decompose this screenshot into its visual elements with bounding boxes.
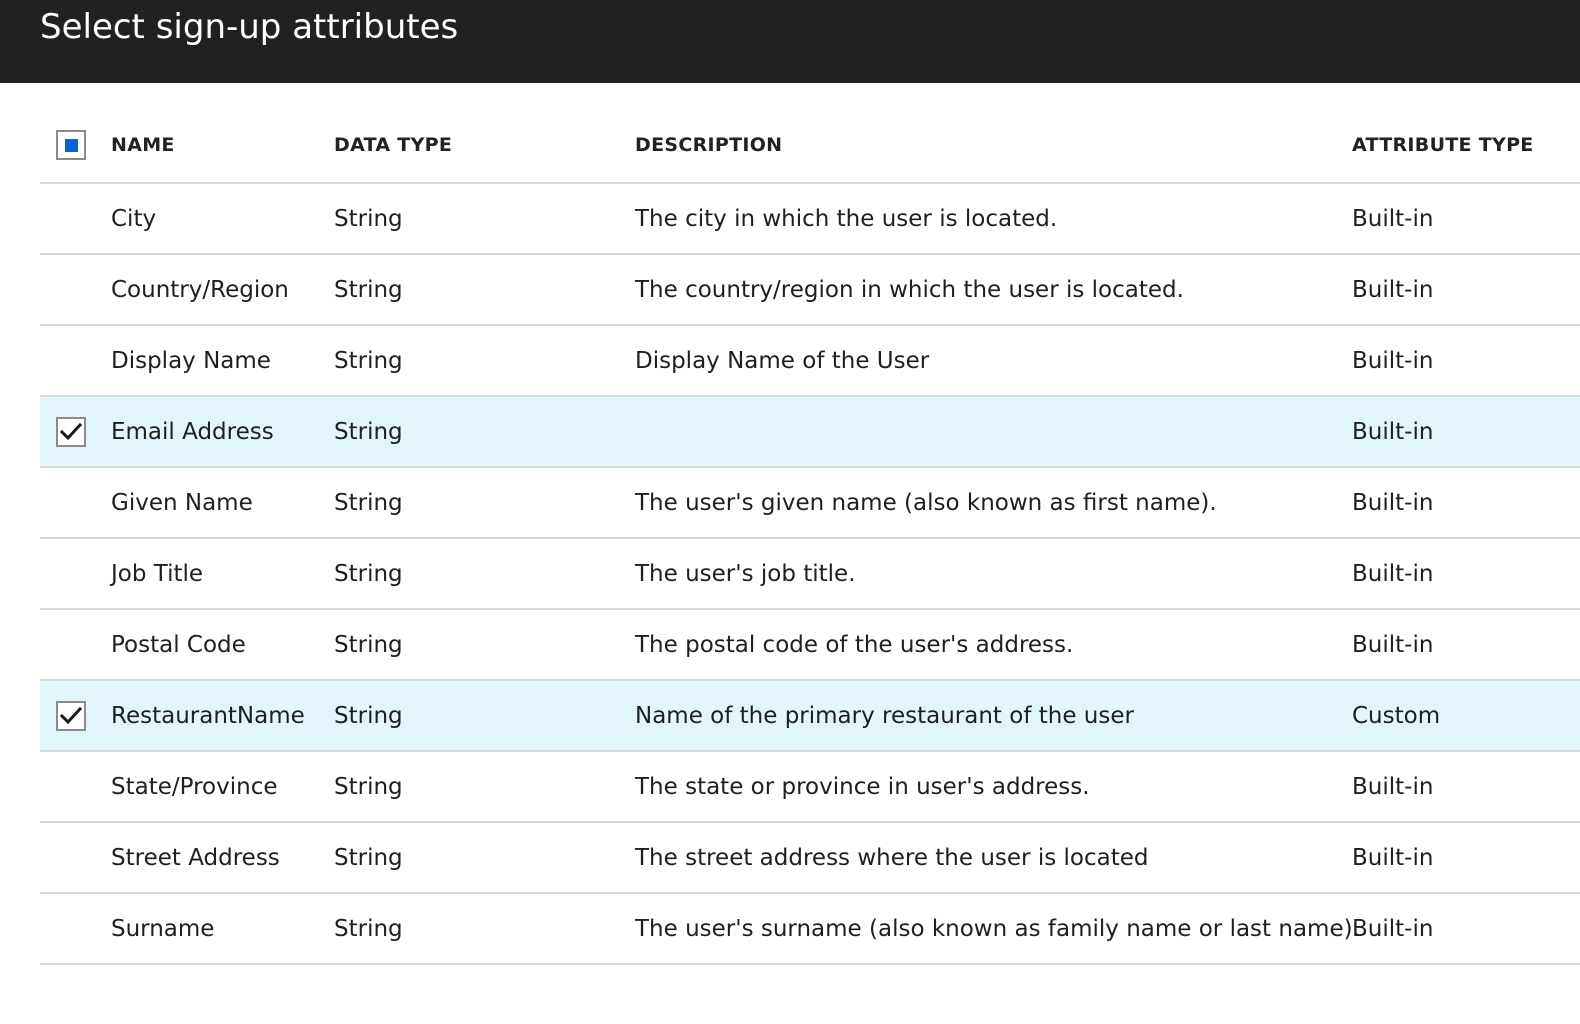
row-check-cell (54, 539, 88, 608)
row-attribute-type: Built-in (1352, 560, 1434, 587)
row-data-type: String (334, 773, 403, 800)
row-checkbox[interactable] (56, 772, 86, 802)
row-description: The city in which the user is located. (635, 205, 1058, 232)
table-row[interactable]: Country/Region String The country/region… (40, 255, 1580, 326)
table-row[interactable]: Postal Code String The postal code of th… (40, 610, 1580, 681)
row-attribute-type: Built-in (1352, 347, 1434, 374)
table-row[interactable]: RestaurantName String Name of the primar… (40, 681, 1580, 752)
row-attribute-type: Custom (1352, 702, 1441, 729)
column-header-attribute-type[interactable]: ATTRIBUTE TYPE (1352, 108, 1534, 182)
row-check-cell (54, 326, 88, 395)
table-row[interactable]: State/Province String The state or provi… (40, 752, 1580, 823)
row-data-type: String (334, 489, 403, 516)
table-row[interactable]: Surname String The user's surname (also … (40, 894, 1580, 965)
row-checkbox[interactable] (56, 275, 86, 305)
row-name: Country/Region (111, 276, 289, 303)
row-check-cell (54, 894, 88, 963)
row-check-cell (54, 823, 88, 892)
column-header-name[interactable]: NAME (111, 108, 175, 182)
attributes-table: NAME DATA TYPE DESCRIPTION ATTRIBUTE TYP… (40, 108, 1580, 965)
row-description: The state or province in user's address. (635, 773, 1090, 800)
row-checkbox[interactable] (56, 630, 86, 660)
row-data-type: String (334, 418, 403, 445)
table-row[interactable]: Street Address String The street address… (40, 823, 1580, 894)
row-description: The street address where the user is loc… (635, 844, 1149, 871)
page-header: Select sign-up attributes (0, 0, 1580, 83)
row-check-cell (54, 752, 88, 821)
row-name: Email Address (111, 418, 274, 445)
row-name: Given Name (111, 489, 253, 516)
row-checkbox[interactable] (56, 700, 86, 731)
select-all-cell (54, 108, 88, 182)
row-attribute-type: Built-in (1352, 489, 1434, 516)
row-checkbox[interactable] (56, 416, 86, 447)
row-description: Display Name of the User (635, 347, 930, 374)
row-check-cell (54, 184, 88, 253)
table-row[interactable]: Email Address String Built-in (40, 397, 1580, 468)
row-data-type: String (334, 205, 403, 232)
row-name: Surname (111, 915, 215, 942)
row-check-cell (54, 255, 88, 324)
row-attribute-type: Built-in (1352, 915, 1434, 942)
page-title: Select sign-up attributes (40, 7, 459, 47)
row-name: State/Province (111, 773, 278, 800)
checkmark-icon (59, 422, 83, 440)
row-data-type: String (334, 560, 403, 587)
row-attribute-type: Built-in (1352, 276, 1434, 303)
row-checkbox[interactable] (56, 559, 86, 589)
table-row[interactable]: Job Title String The user's job title. B… (40, 539, 1580, 610)
table-header-row: NAME DATA TYPE DESCRIPTION ATTRIBUTE TYP… (40, 108, 1580, 184)
row-data-type: String (334, 347, 403, 374)
row-description: The user's given name (also known as fir… (635, 489, 1217, 516)
row-name: Job Title (111, 560, 204, 587)
column-header-data-type[interactable]: DATA TYPE (334, 108, 452, 182)
row-description: Name of the primary restaurant of the us… (635, 702, 1134, 729)
table-row[interactable]: City String The city in which the user i… (40, 184, 1580, 255)
row-checkbox[interactable] (56, 914, 86, 944)
row-attribute-type: Built-in (1352, 205, 1434, 232)
row-description: The user's surname (also known as family… (635, 915, 1360, 942)
row-data-type: String (334, 702, 403, 729)
row-description: The postal code of the user's address. (635, 631, 1074, 658)
row-checkbox[interactable] (56, 346, 86, 376)
row-name: Street Address (111, 844, 280, 871)
row-data-type: String (334, 915, 403, 942)
row-check-cell (54, 397, 88, 466)
row-data-type: String (334, 276, 403, 303)
select-all-checkbox[interactable] (56, 130, 86, 160)
row-attribute-type: Built-in (1352, 844, 1434, 871)
partial-select-icon (64, 138, 78, 152)
row-attribute-type: Built-in (1352, 418, 1434, 445)
table-row[interactable]: Display Name String Display Name of the … (40, 326, 1580, 397)
row-checkbox[interactable] (56, 204, 86, 234)
row-name: Display Name (111, 347, 271, 374)
row-data-type: String (334, 631, 403, 658)
table-row[interactable]: Given Name String The user's given name … (40, 468, 1580, 539)
row-name: City (111, 205, 157, 232)
row-check-cell (54, 468, 88, 537)
row-name: RestaurantName (111, 702, 305, 729)
row-checkbox[interactable] (56, 843, 86, 873)
checkmark-icon (59, 706, 83, 724)
table-body: City String The city in which the user i… (40, 184, 1580, 965)
row-attribute-type: Built-in (1352, 631, 1434, 658)
row-description: The country/region in which the user is … (635, 276, 1184, 303)
row-check-cell (54, 610, 88, 679)
column-header-description[interactable]: DESCRIPTION (635, 108, 782, 182)
row-check-cell (54, 681, 88, 750)
row-attribute-type: Built-in (1352, 773, 1434, 800)
row-description: The user's job title. (635, 560, 856, 587)
row-data-type: String (334, 844, 403, 871)
row-name: Postal Code (111, 631, 246, 658)
row-checkbox[interactable] (56, 488, 86, 518)
